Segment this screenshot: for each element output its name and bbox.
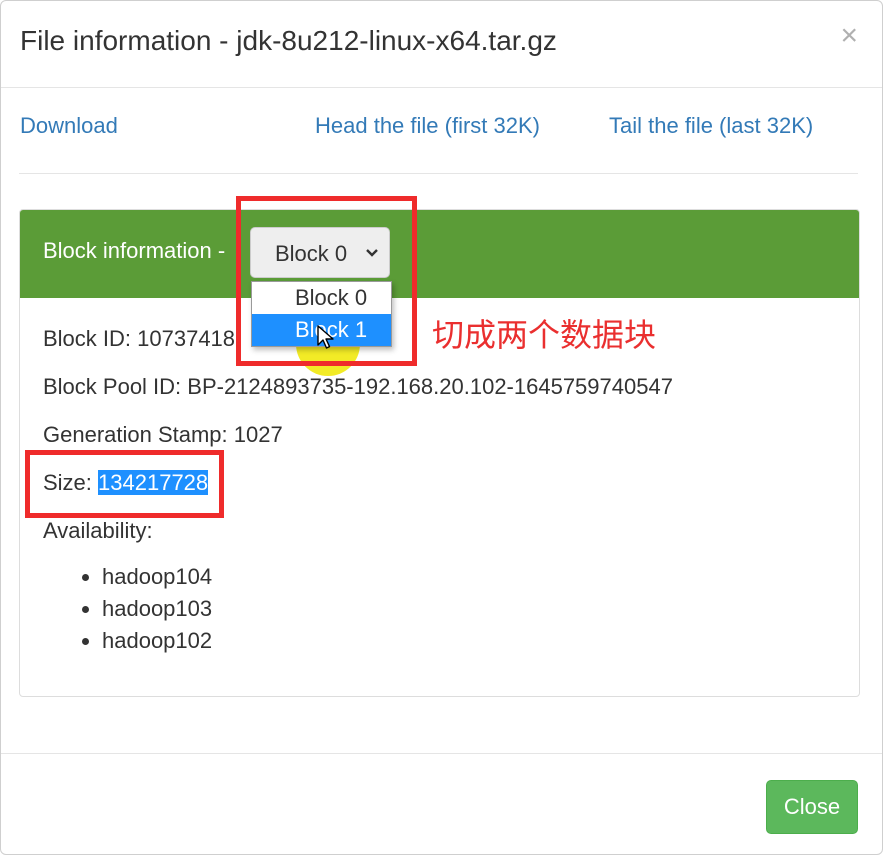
availability-list: hadoop104 hadoop103 hadoop102 [43, 561, 212, 657]
file-information-dialog: File information - jdk-8u212-linux-x64.t… [0, 0, 883, 855]
list-item: hadoop104 [102, 561, 212, 593]
head-file-link[interactable]: Head the file (first 32K) [315, 113, 540, 139]
divider [19, 173, 858, 174]
close-icon[interactable]: × [840, 21, 858, 51]
panel-heading-label: Block information - [43, 238, 226, 263]
dialog-title: File information - jdk-8u212-linux-x64.t… [20, 25, 557, 56]
tail-file-link[interactable]: Tail the file (last 32K) [609, 113, 813, 139]
block-id-value: 10737418 [137, 326, 236, 351]
annotation-box-size [25, 450, 224, 518]
generation-stamp: Generation Stamp: 1027 [43, 422, 283, 447]
close-button[interactable]: Close [766, 780, 858, 834]
list-item: hadoop102 [102, 625, 212, 657]
availability-label: Availability: [43, 518, 153, 543]
block-id-row: Block ID: 10737418 [43, 326, 235, 352]
download-link[interactable]: Download [20, 113, 118, 139]
annotation-text: 切成两个数据块 [432, 316, 657, 354]
block-id-label: Block ID: [43, 326, 138, 351]
panel-heading: Block information - Block 0 [20, 210, 859, 298]
dialog-footer: Close [1, 753, 882, 854]
block-pool-id: Block Pool ID: BP-2124893735-192.168.20.… [43, 374, 673, 399]
list-item: hadoop103 [102, 593, 212, 625]
dialog-header: File information - jdk-8u212-linux-x64.t… [1, 1, 882, 88]
annotation-box-select [236, 196, 417, 366]
